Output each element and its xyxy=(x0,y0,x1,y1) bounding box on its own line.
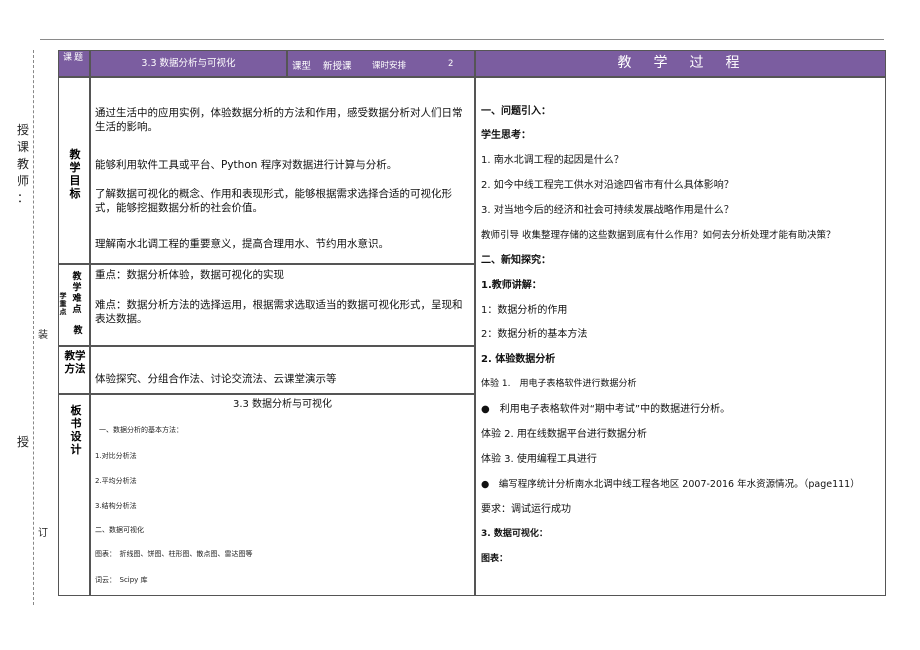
process-line-3: 1. 南水北调工程的起因是什么？ xyxy=(481,155,624,166)
margin-char-3: 教 xyxy=(17,157,30,171)
objective-3: 了解数据可视化的概念、作用和表现形式，能够根据需求选择合适的可视化形式，能够挖掘… xyxy=(95,188,452,214)
keypoints-label-top: 教学难点 xyxy=(72,272,82,315)
board-line-4: 3.结构分析法 xyxy=(95,502,137,510)
board-line-2: 1.对比分析法 xyxy=(95,452,137,460)
board-line-7: 词云： Scipy 库 xyxy=(95,576,148,584)
hours-value: 2 xyxy=(448,59,454,69)
process-line-6: 教师引导 收集整理存储的这些数据到底有什么作用？如何去分析处理才能有助决策？ xyxy=(481,230,836,241)
course-title: 3.3 数据分析与可视化 xyxy=(141,58,236,69)
process-line-17: 要求：调试运行成功 xyxy=(481,504,571,515)
objective-4: 理解南水北调工程的重要意义，提高合理用水、节约用水意识。 xyxy=(95,238,389,250)
margin-char-5: ： xyxy=(17,191,30,205)
objective-2: 能够利用软件工具或平台、Python 程序对数据进行计算与分析。 xyxy=(95,159,398,171)
process-line-11: 2. 体验数据分析 xyxy=(481,354,556,365)
board-content-cell xyxy=(90,394,475,596)
process-line-1: 一、问题引入： xyxy=(481,106,551,117)
methods-label: 教学方法 xyxy=(64,350,86,375)
objectives-label: 教学目标 xyxy=(69,148,81,200)
process-line-18: 3. 数据可视化： xyxy=(481,529,548,539)
process-line-7: 二、新知探究： xyxy=(481,255,551,266)
binding-line xyxy=(33,50,34,605)
process-line-9: 1：数据分析的作用 xyxy=(481,305,568,316)
methods-text: 体验探究、分组合作法、讨论交流法、云课堂演示等 xyxy=(95,373,337,385)
header-meta-cell: 课型 新授课 课时安排 2 xyxy=(287,50,475,77)
board-line-6: 图表： 折线图、饼图、柱形图、散点图、雷达图等 xyxy=(95,550,253,558)
process-line-2: 学生思考： xyxy=(481,130,531,141)
process-line-4: 2. 如今中线工程完工供水对沿途四省市有什么具体影响？ xyxy=(481,180,734,191)
key-point: 重点：数据分析体验，数据可视化的实现 xyxy=(95,269,284,281)
course-label: 课题 xyxy=(62,53,85,63)
methods-content-cell xyxy=(90,346,475,394)
process-line-8: 1.教师讲解： xyxy=(481,280,542,291)
header-process-cell: 教 学 过 程 xyxy=(475,50,886,77)
process-line-15: 体验 3. 使用编程工具进行 xyxy=(481,454,597,465)
header-course-title-cell: 3.3 数据分析与可视化 xyxy=(90,50,287,77)
top-rule xyxy=(40,39,884,40)
process-line-16: ● 编写程序统计分析南水北调中线工程各地区 2007-2016 年水资源情况。（… xyxy=(481,479,860,490)
objective-1: 通过生活中的应用实例，体验数据分析的方法和作用，感受数据分析对人们日常生活的影响… xyxy=(95,107,463,133)
process-line-12: 体验 1. 用电子表格软件进行数据分析 xyxy=(481,379,637,389)
margin-zhuang: 装 xyxy=(38,330,48,341)
process-title: 教 学 过 程 xyxy=(617,55,744,71)
process-line-19: 图表： xyxy=(481,554,509,564)
board-label: 板书设计 xyxy=(70,404,82,456)
board-line-5: 二、数据可视化 xyxy=(95,526,144,534)
process-line-13: ● 利用电子表格软件对“期中考试”中的数据进行分析。 xyxy=(481,404,731,415)
margin-char-1: 授 xyxy=(17,123,30,137)
header-course-label-cell: 课题 xyxy=(58,50,90,77)
hours-label: 课时安排 xyxy=(372,61,407,71)
margin-ding: 订 xyxy=(38,528,48,539)
difficulty-point: 难点：数据分析方法的选择运用，根据需求选取适当的数据可视化形式，呈现和表达数据。 xyxy=(95,299,463,325)
process-line-14: 体验 2. 用在线数据平台进行数据分析 xyxy=(481,429,647,440)
board-title: 3.3 数据分析与可视化 xyxy=(232,399,333,410)
keypoints-label-side: 学重点 xyxy=(59,292,67,316)
board-line-1: 一、数据分析的基本方法： xyxy=(99,426,183,434)
type-value: 新授课 xyxy=(323,61,352,72)
type-label: 课型 xyxy=(292,61,312,72)
margin-char-2: 课 xyxy=(17,140,30,154)
margin-shou: 授 xyxy=(17,435,30,449)
process-line-5: 3. 对当地今后的经济和社会可持续发展战略作用是什么？ xyxy=(481,205,734,216)
board-line-3: 2.平均分析法 xyxy=(95,477,137,485)
keypoints-label-bottom: 教 xyxy=(73,326,83,336)
margin-char-4: 师 xyxy=(17,174,30,188)
process-line-10: 2：数据分析的基本方法 xyxy=(481,329,588,340)
